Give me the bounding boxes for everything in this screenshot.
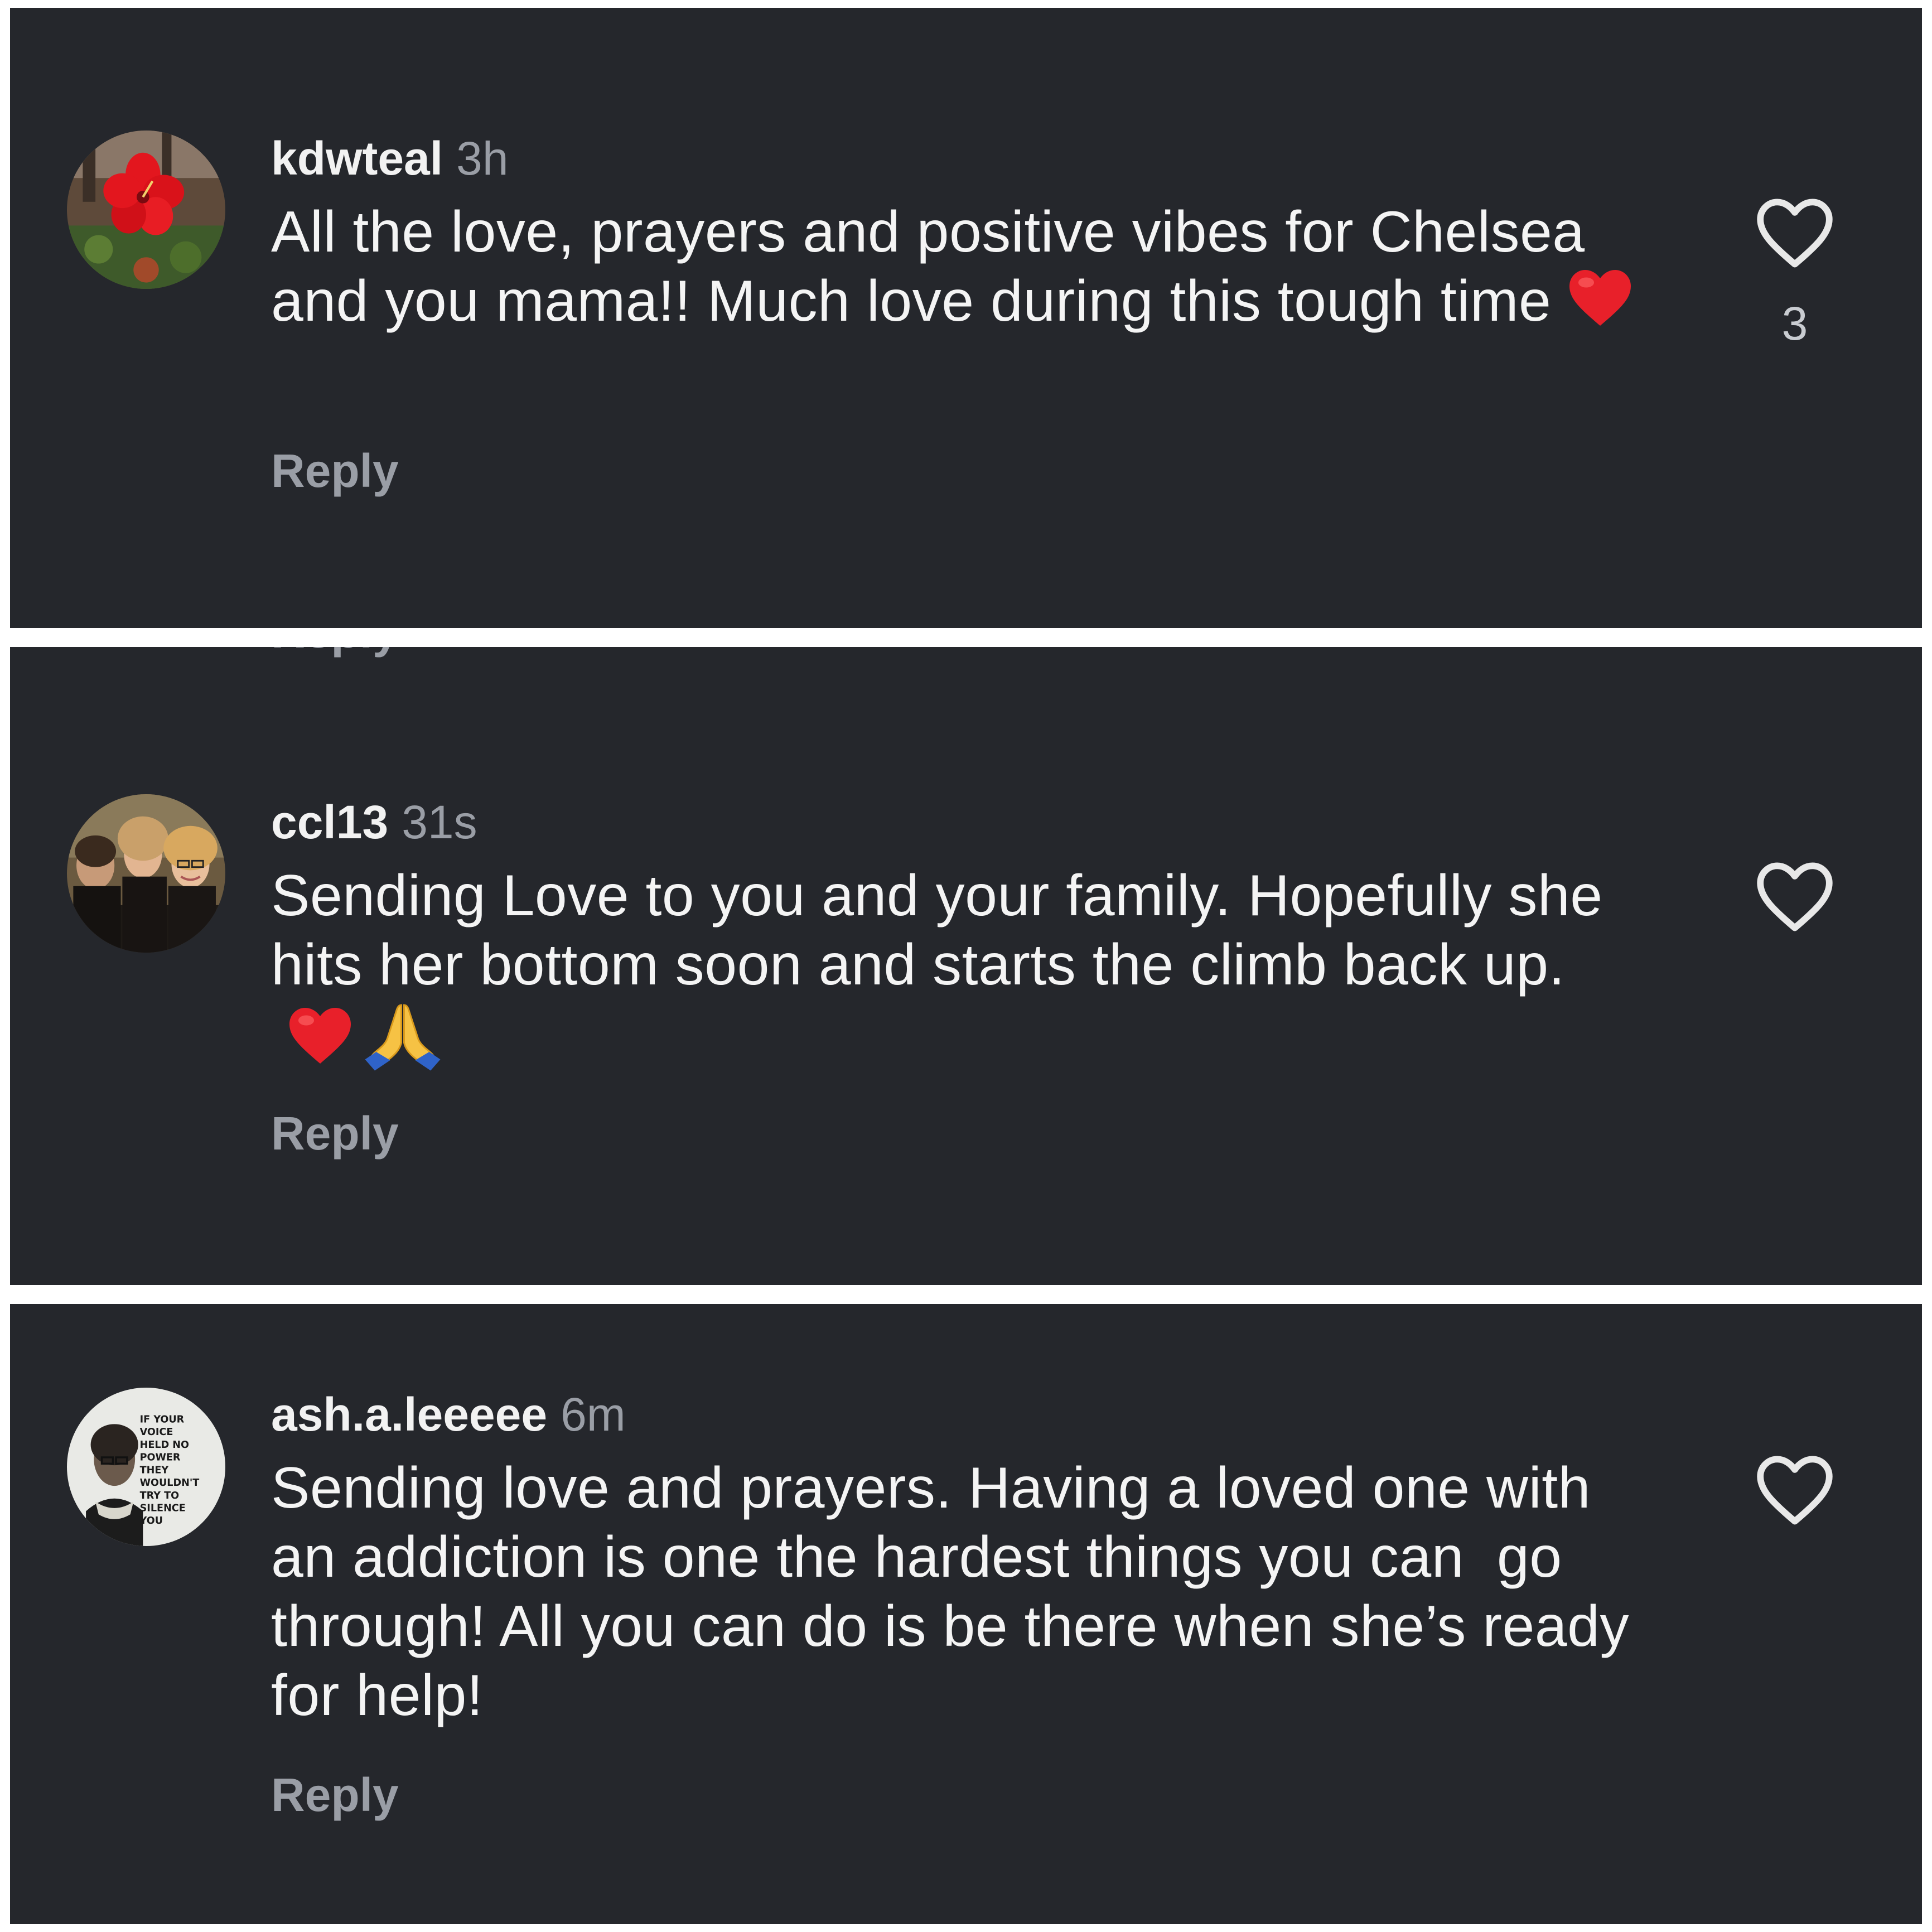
like-area: 3 xyxy=(1749,195,1841,351)
avatar-quote-line: YOU xyxy=(139,1515,163,1527)
reply-button[interactable]: Reply xyxy=(271,1767,399,1823)
comment-text: Sending love and prayers. Having a loved… xyxy=(271,1453,1643,1730)
flower-avatar-image xyxy=(67,131,225,289)
avatar[interactable]: IF YOUR VOICE HELD NO POWER THEY WOULDN'… xyxy=(67,1388,225,1546)
like-count: 3 xyxy=(1781,297,1808,350)
comment-text-content: All the love, prayers and positive vibes… xyxy=(271,200,1585,334)
comment-content: ash.a.leeeee 6m Sending love and prayers.… xyxy=(271,1387,1643,1730)
like-heart-icon[interactable] xyxy=(1749,1452,1841,1528)
comment-text: All the love, prayers and positive vibes… xyxy=(271,197,1643,344)
avatar-quote-line: WOULDN'T xyxy=(140,1477,200,1489)
comment-text: Sending Love to you and your family. Hop… xyxy=(271,861,1643,1087)
timestamp: 6m xyxy=(561,1388,626,1441)
username[interactable]: ash.a.leeeee xyxy=(271,1388,547,1441)
like-area xyxy=(1749,859,1841,935)
comment-card: IF YOUR VOICE HELD NO POWER THEY WOULDN'… xyxy=(10,1304,1922,1924)
comment-text-content: Sending love and prayers. Having a loved… xyxy=(271,1456,1646,1728)
avatar-quote-line: POWER xyxy=(140,1452,181,1464)
group-photo-avatar-image xyxy=(67,794,225,953)
comment-meta: kdwteal 3h xyxy=(271,131,1643,186)
comment-card: kdwteal 3h All the love, prayers and posi… xyxy=(10,8,1922,628)
avatar-quote-line: VOICE xyxy=(140,1427,173,1438)
heart-emoji-icon xyxy=(287,1005,354,1081)
avatar-quote-line: SILENCE xyxy=(140,1503,186,1514)
username[interactable]: ccl13 xyxy=(271,796,388,848)
reply-button-clipped: Reply xyxy=(271,647,399,659)
avatar-quote-line: THEY xyxy=(140,1465,169,1476)
timestamp: 31s xyxy=(402,796,477,848)
like-heart-icon[interactable] xyxy=(1749,859,1841,935)
timestamp: 3h xyxy=(456,132,509,185)
quote-portrait-avatar-image: IF YOUR VOICE HELD NO POWER THEY WOULDN'… xyxy=(67,1388,225,1546)
avatar-quote-line: IF YOUR xyxy=(140,1414,185,1425)
username[interactable]: kdwteal xyxy=(271,132,443,185)
comment-card: Reply ccl13 31s Sending Love to you and y… xyxy=(10,647,1922,1285)
comment-meta: ash.a.leeeee 6m xyxy=(271,1387,1643,1442)
comment-text-content: Sending Love to you and your family. Hop… xyxy=(271,863,1603,997)
praying-hands-emoji-icon xyxy=(364,999,442,1087)
heart-emoji-icon xyxy=(1567,267,1634,344)
like-heart-icon[interactable] xyxy=(1749,195,1841,271)
comment-meta: ccl13 31s xyxy=(271,794,1643,850)
like-area xyxy=(1749,1452,1841,1528)
avatar-quote-line: HELD NO xyxy=(140,1440,189,1451)
avatar[interactable] xyxy=(67,131,225,289)
avatar[interactable] xyxy=(67,794,225,953)
reply-button[interactable]: Reply xyxy=(271,1105,399,1161)
reply-button[interactable]: Reply xyxy=(271,443,399,499)
avatar-quote-line: TRY TO xyxy=(140,1490,179,1501)
comment-content: ccl13 31s Sending Love to you and your fa… xyxy=(271,794,1643,1087)
comment-content: kdwteal 3h All the love, prayers and posi… xyxy=(271,131,1643,344)
